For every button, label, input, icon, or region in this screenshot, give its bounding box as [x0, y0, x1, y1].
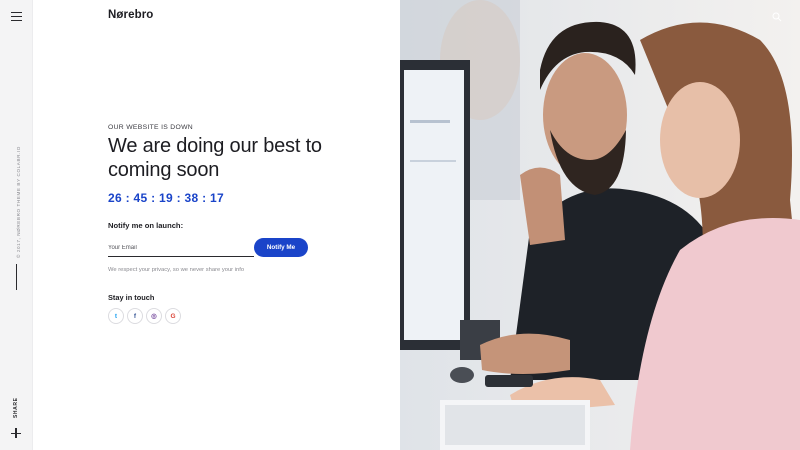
page-title: We are doing our best to coming soon: [108, 135, 322, 181]
site-logo[interactable]: Nørebro: [108, 9, 153, 21]
facebook-icon[interactable]: f: [127, 308, 143, 324]
google-icon[interactable]: G: [165, 308, 181, 324]
plus-icon[interactable]: [11, 428, 21, 438]
hero-photo-illustration: [400, 0, 800, 450]
share-label[interactable]: SHARE: [13, 397, 19, 418]
notify-me-button[interactable]: Notify Me: [254, 238, 308, 257]
search-icon[interactable]: [772, 12, 782, 22]
notify-label: Notify me on launch:: [108, 221, 184, 230]
status-eyebrow: OUR WEBSITE IS DOWN: [108, 124, 193, 131]
side-rail: © 2017, NØREBRO THEME BY COLABR.IO SHARE: [0, 0, 33, 450]
stay-in-touch-label: Stay in touch: [108, 293, 155, 302]
countdown-timer: 26 : 45 : 19 : 38 : 17: [108, 191, 224, 205]
social-links: t f ◎ G: [108, 308, 181, 324]
hero-photo: [400, 0, 800, 450]
copyright-text: © 2017, NØREBRO THEME BY COLABR.IO: [16, 146, 21, 258]
rail-divider: [16, 264, 17, 290]
instagram-icon[interactable]: ◎: [146, 308, 162, 324]
privacy-note: We respect your privacy, so we never sha…: [108, 267, 245, 273]
twitter-icon[interactable]: t: [108, 308, 124, 324]
menu-icon[interactable]: [11, 12, 22, 21]
email-field[interactable]: [108, 240, 254, 257]
